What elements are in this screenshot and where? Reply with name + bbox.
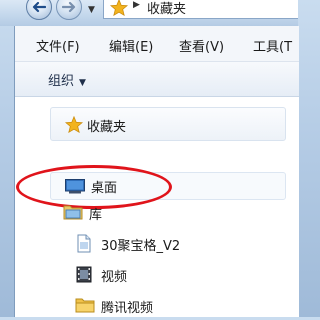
star-icon [65,116,83,133]
menu-tools[interactable]: 工具(T [253,36,292,55]
back-arrow-icon [32,1,46,13]
library-label: 库 [89,208,103,223]
back-button[interactable] [26,0,52,20]
library-item-label: 视频 [101,270,128,285]
red-highlight-ellipse [16,165,172,209]
address-bar[interactable]: ▶ 收藏夹 [103,0,298,19]
folder-icon [75,298,95,313]
video-icon [76,266,92,283]
menu-file[interactable]: 文件(F) [36,36,80,55]
organize-button[interactable]: 组织 ▼ [48,70,86,89]
title-bar: ▼ ▶ 收藏夹 [0,0,298,26]
favorites-label: 收藏夹 [87,120,127,135]
library-item-label: 腾讯视频 [101,301,154,316]
command-toolbar: 组织 ▼ [15,62,299,97]
menu-view[interactable]: 查看(V) [179,36,224,55]
document-icon [77,234,91,253]
menu-edit[interactable]: 编辑(E) [109,36,153,55]
navigation-pane: 收藏夹 桌面 库 30聚宝格_V2 视频 腾讯视频 [15,97,299,317]
forward-button[interactable] [56,0,82,20]
menu-bar: 文件(F) 编辑(E) 查看(V) 工具(T [15,26,299,62]
chevron-down-icon: ▼ [79,78,86,88]
explorer-window: 文件(F) 编辑(E) 查看(V) 工具(T 组织 ▼ 收藏夹 桌面 库 30聚… [14,26,299,317]
favorites-item[interactable]: 收藏夹 [50,107,286,141]
star-icon [110,0,128,16]
breadcrumb-separator-icon[interactable]: ▶ [133,0,140,10]
library-item-label: 30聚宝格_V2 [101,239,181,254]
history-dropdown-icon[interactable]: ▼ [88,5,95,15]
breadcrumb-favorites[interactable]: 收藏夹 [147,0,186,17]
organize-label: 组织 [48,74,75,89]
library-folder-icon [63,205,83,220]
forward-arrow-icon [62,1,76,13]
